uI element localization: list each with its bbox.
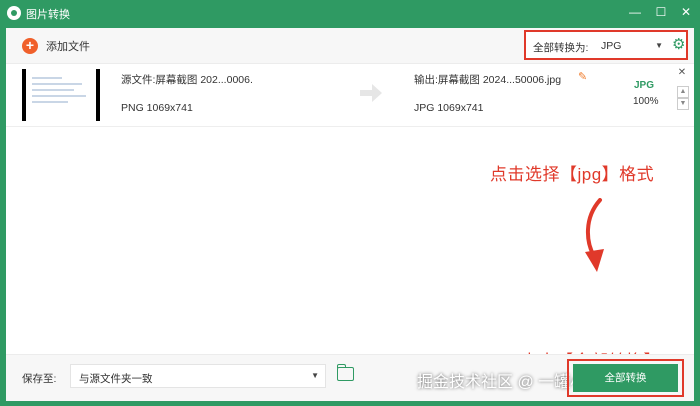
move-down-icon[interactable]: ▼ [677,98,689,110]
app-window: 图片转换 — ☐ ✕ + 添加文件 全部转换为: JPG ▼ ⚙ 源文件:屏幕截… [0,0,700,406]
convert-all-to-label: 全部转换为: [533,42,589,54]
image-thumbnail [22,69,100,121]
annotation-step-1: 点击选择【jpg】格式 [490,165,655,184]
minimize-button[interactable]: — [627,4,643,20]
main-panel: + 添加文件 全部转换为: JPG ▼ ⚙ 源文件:屏幕截图 202...000… [6,28,694,401]
toolbar: + 添加文件 全部转换为: JPG ▼ ⚙ [6,28,694,64]
maximize-button[interactable]: ☐ [653,4,669,20]
close-window-button[interactable]: ✕ [678,4,694,20]
window-title: 图片转换 [26,9,70,21]
arrow-right-icon [360,84,382,102]
remove-file-icon[interactable]: ✕ [676,67,688,79]
format-dropdown-value: JPG [601,40,622,52]
add-file-button[interactable]: + 添加文件 [22,37,90,55]
gear-icon[interactable]: ⚙ [672,37,688,53]
convert-all-button[interactable]: 全部转换 [573,364,678,392]
title-bar: 图片转换 — ☐ ✕ [0,0,700,27]
save-location-dropdown[interactable]: 与源文件夹一致 ▼ [70,364,326,388]
format-dropdown[interactable]: JPG ▼ [595,38,665,54]
bottom-bar: 保存至: 与源文件夹一致 ▼ 掘金技术社区 @ 一罐小可乐 全部转换 [6,354,694,401]
format-highlight-box: 全部转换为: JPG ▼ ⚙ [524,30,688,60]
annotation-arrow-icon [585,198,604,272]
file-list: 源文件:屏幕截图 202...0006. PNG 1069x741 输出:屏幕截… [6,64,694,371]
output-file-meta: JPG 1069x741 [414,102,484,114]
save-to-label: 保存至: [22,373,57,385]
file-row[interactable]: 源文件:屏幕截图 202...0006. PNG 1069x741 输出:屏幕截… [6,64,694,127]
chevron-down-icon: ▼ [655,41,663,50]
plus-icon: + [22,38,38,54]
chevron-down-icon: ▼ [311,371,319,380]
app-logo-icon [7,6,21,20]
conversion-progress: 100% [633,96,659,107]
source-file-name: 源文件:屏幕截图 202...0006. [121,74,253,86]
output-format-badge: JPG [634,80,655,91]
rename-pencil-icon[interactable]: ✎ [578,70,587,83]
save-location-value: 与源文件夹一致 [79,373,153,385]
output-file-name: 输出:屏幕截图 2024...50006.jpg [414,74,562,86]
move-up-icon[interactable]: ▲ [677,86,689,98]
add-file-label: 添加文件 [46,41,90,53]
convert-highlight-box: 全部转换 [567,359,684,397]
source-file-meta: PNG 1069x741 [121,102,193,114]
folder-icon[interactable] [336,364,354,381]
